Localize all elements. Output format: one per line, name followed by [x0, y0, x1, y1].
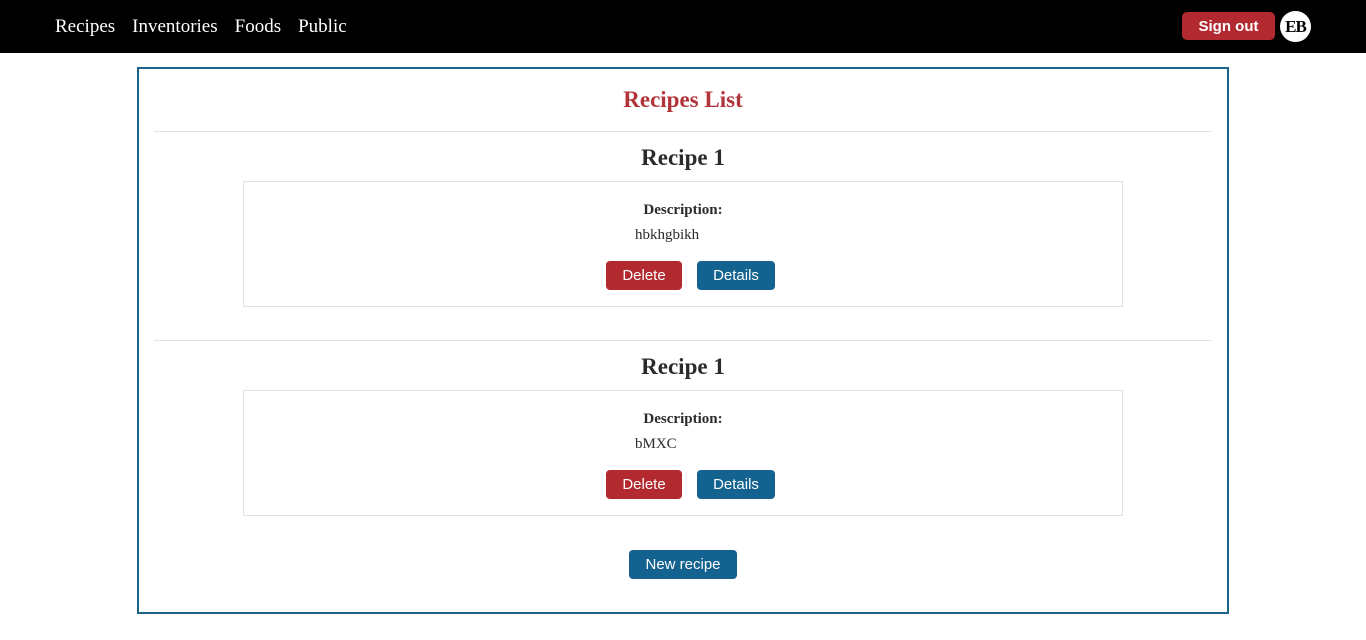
user-avatar[interactable]: EB [1280, 11, 1311, 42]
recipes-panel: Recipes List Recipe 1 Description: hbkhg… [137, 67, 1229, 614]
details-button[interactable]: Details [697, 470, 775, 499]
nav-link-public[interactable]: Public [298, 0, 347, 53]
description-label: Description: [643, 411, 723, 427]
recipe-card: Description: bMXC Delete Details [243, 390, 1123, 516]
delete-button[interactable]: Delete [606, 261, 682, 290]
new-recipe-button[interactable]: New recipe [629, 550, 737, 579]
nav-link-recipes[interactable]: Recipes [55, 0, 115, 53]
delete-button[interactable]: Delete [606, 470, 682, 499]
recipe-card: Description: hbkhgbikh Delete Details [243, 181, 1123, 307]
recipe-title: Recipe 1 [641, 354, 725, 379]
page-title: Recipes List [623, 87, 743, 112]
description-label: Description: [643, 202, 723, 218]
details-button[interactable]: Details [697, 261, 775, 290]
nav-links: Recipes Inventories Foods Public [55, 0, 364, 53]
divider [154, 340, 1212, 341]
recipe-title: Recipe 1 [641, 145, 725, 170]
top-navbar: Recipes Inventories Foods Public Sign ou… [0, 0, 1366, 53]
divider [154, 131, 1212, 132]
sign-out-button[interactable]: Sign out [1182, 12, 1275, 40]
nav-link-foods[interactable]: Foods [235, 0, 281, 53]
description-value: bMXC [635, 436, 677, 452]
nav-link-inventories[interactable]: Inventories [132, 0, 217, 53]
description-value: hbkhgbikh [635, 227, 700, 243]
